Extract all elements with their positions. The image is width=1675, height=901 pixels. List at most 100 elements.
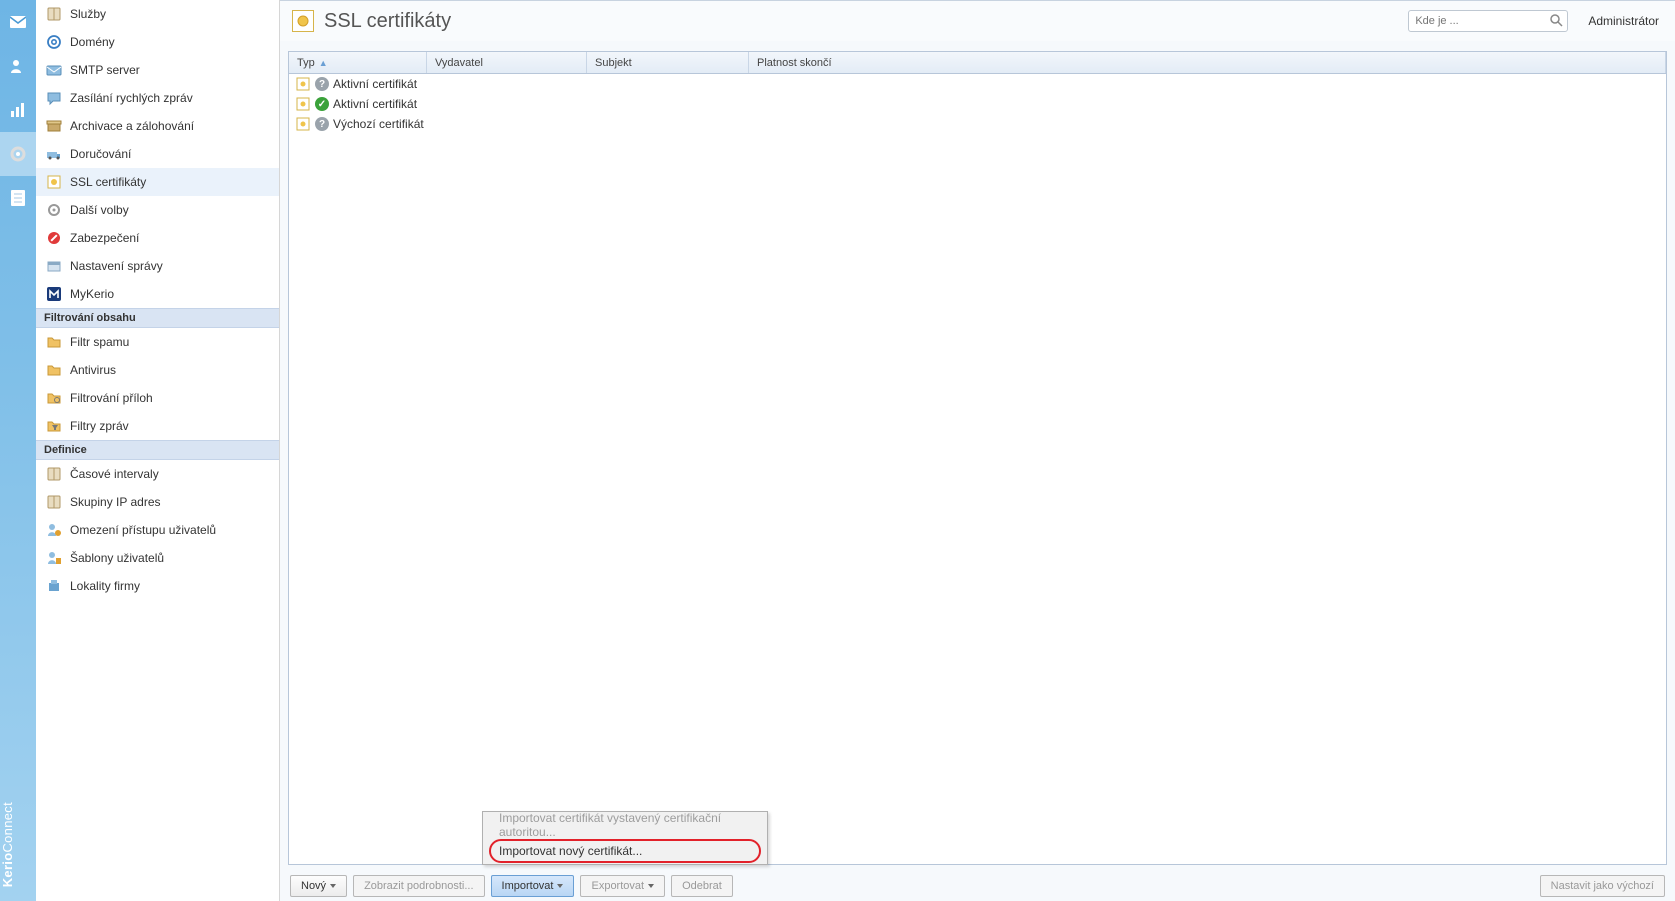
left-rail: KerioConnect (0, 0, 36, 901)
cert-name: Aktivní certifikát (333, 77, 417, 91)
sort-asc-icon: ▲ (319, 58, 328, 68)
sidebar-item--asov-intervaly[interactable]: Časové intervaly (36, 460, 279, 488)
sidebar-item-label: Filtrování příloh (70, 391, 153, 405)
sidebar-item-archivace-a-z-lohov-n-[interactable]: Archivace a zálohování (36, 112, 279, 140)
brand-label: KerioConnect (0, 788, 36, 901)
sidebar-item-label: Nastavení správy (70, 259, 163, 273)
sidebar-item-label: Filtr spamu (70, 335, 129, 349)
folder-icon (46, 362, 62, 378)
search-input[interactable] (1408, 10, 1568, 32)
sidebar-item-dom-ny[interactable]: Domény (36, 28, 279, 56)
ssl-icon (46, 174, 62, 190)
book-icon (46, 466, 62, 482)
col-header-platnost[interactable]: Platnost skončí (749, 52, 1666, 73)
chevron-down-icon (330, 884, 336, 888)
sidebar-item-doru-ov-n-[interactable]: Doručování (36, 140, 279, 168)
search-icon[interactable] (1549, 13, 1563, 27)
sidebar-item-lokality-firmy[interactable]: Lokality firmy (36, 572, 279, 600)
certificate-grid: Typ ▲ Vydavatel Subjekt Platnost skončí … (288, 51, 1667, 865)
search-wrap (1408, 10, 1568, 32)
sidebar-item-skupiny-ip-adres[interactable]: Skupiny IP adres (36, 488, 279, 516)
status-unknown-icon: ? (315, 77, 329, 91)
sidebar-item-mykerio[interactable]: MyKerio (36, 280, 279, 308)
sidebar-item-omezen-p-stupu-u-ivatel-[interactable]: Omezení přístupu uživatelů (36, 516, 279, 544)
sidebar-item-slu-by[interactable]: Služby (36, 0, 279, 28)
bottom-toolbar: Nový Zobrazit podrobnosti... Importovat … (280, 871, 1675, 901)
content: SSL certifikáty Administrátor Typ ▲ Vyda… (280, 0, 1675, 901)
sites-icon (46, 578, 62, 594)
sidebar-item-label: SSL certifikáty (70, 175, 146, 189)
set-default-button[interactable]: Nastavit jako výchozí (1540, 875, 1665, 897)
sidebar-item-dal-volby[interactable]: Další volby (36, 196, 279, 224)
smtp-icon (46, 62, 62, 78)
user-template-icon (46, 550, 62, 566)
sidebar-item-label: Zabezpečení (70, 231, 139, 245)
col-header-typ[interactable]: Typ ▲ (289, 52, 427, 73)
sidebar-item-filtr-spamu[interactable]: Filtr spamu (36, 328, 279, 356)
admin-icon (46, 258, 62, 274)
new-button[interactable]: Nový (290, 875, 347, 897)
chat-icon (46, 90, 62, 106)
table-row[interactable]: ? Aktivní certifikát (289, 74, 1666, 94)
cert-name: Aktivní certifikát (333, 97, 417, 111)
sidebar-item-label: Skupiny IP adres (70, 495, 161, 509)
menu-import-new-cert[interactable]: Importovat nový certifikát... (483, 838, 767, 864)
book-icon (46, 494, 62, 510)
stats-icon (10, 102, 26, 118)
sidebar-item-ssl-certifik-ty[interactable]: SSL certifikáty (36, 168, 279, 196)
gear-icon (10, 146, 26, 162)
sidebar-item--ablony-u-ivatel-[interactable]: Šablony uživatelů (36, 544, 279, 572)
table-row[interactable]: ✓ Aktivní certifikát (289, 94, 1666, 114)
status-unknown-icon: ? (315, 117, 329, 131)
sidebar-item-label: SMTP server (70, 63, 140, 77)
details-button[interactable]: Zobrazit podrobnosti... (353, 875, 484, 897)
sidebar-item-label: Služby (70, 7, 106, 21)
admin-label: Administrátor (1588, 14, 1659, 28)
rail-item-settings[interactable] (0, 132, 36, 176)
sidebar-item-antivirus[interactable]: Antivirus (36, 356, 279, 384)
sidebar-item-label: Domény (70, 35, 115, 49)
sidebar-item-label: Doručování (70, 147, 131, 161)
sidebar-item-label: Další volby (70, 203, 129, 217)
titlebar: SSL certifikáty Administrátor (280, 1, 1675, 41)
rail-item-stats[interactable] (0, 88, 36, 132)
mykerio-icon (46, 286, 62, 302)
col-header-subjekt[interactable]: Subjekt (587, 52, 749, 73)
export-button[interactable]: Exportovat (580, 875, 665, 897)
sidebar-item-label: Zasílání rychlých zpráv (70, 91, 193, 105)
ssl-title-icon (292, 10, 314, 32)
mail-icon (10, 14, 26, 30)
sidebar-item-filtry-zpr-v[interactable]: Filtry zpráv (36, 412, 279, 440)
sidebar-item-label: Filtry zpráv (70, 419, 129, 433)
import-dropdown-menu: Importovat certifikát vystavený certifik… (482, 811, 768, 865)
folder-icon (46, 334, 62, 350)
cert-row-icon (295, 96, 311, 112)
import-button[interactable]: Importovat (491, 875, 575, 897)
sidebar-item-smtp-server[interactable]: SMTP server (36, 56, 279, 84)
sidebar-item-filtrov-n-p-loh[interactable]: Filtrování příloh (36, 384, 279, 412)
remove-button[interactable]: Odebrat (671, 875, 733, 897)
sidebar-item-label: Šablony uživatelů (70, 551, 164, 565)
users-icon (10, 58, 26, 74)
notes-icon (10, 190, 26, 206)
sidebar-item-label: Archivace a zálohování (70, 119, 194, 133)
sidebar-item-zabezpe-en-[interactable]: Zabezpečení (36, 224, 279, 252)
rail-item-notes[interactable] (0, 176, 36, 220)
rail-item-mail[interactable] (0, 0, 36, 44)
cert-name: Výchozí certifikát (333, 117, 424, 131)
col-header-vydavatel[interactable]: Vydavatel (427, 52, 587, 73)
grid-body: ? Aktivní certifikát ✓ Aktivní certifikát? V… (289, 74, 1666, 864)
security-icon (46, 230, 62, 246)
rail-item-users[interactable] (0, 44, 36, 88)
admin-menu[interactable]: Administrátor (1588, 14, 1663, 28)
chevron-down-icon (648, 884, 654, 888)
sidebar-item-nastaven-spr-vy[interactable]: Nastavení správy (36, 252, 279, 280)
book-icon (46, 6, 62, 22)
table-row[interactable]: ? Výchozí certifikát (289, 114, 1666, 134)
archive-icon (46, 118, 62, 134)
chevron-down-icon (557, 884, 563, 888)
status-ok-icon: ✓ (315, 97, 329, 111)
sidebar-item-zas-l-n-rychl-ch-zpr-v[interactable]: Zasílání rychlých zpráv (36, 84, 279, 112)
sidebar: Služby Domény SMTP server Zasílání rychlých… (36, 0, 280, 901)
sidebar-item-label: MyKerio (70, 287, 114, 301)
